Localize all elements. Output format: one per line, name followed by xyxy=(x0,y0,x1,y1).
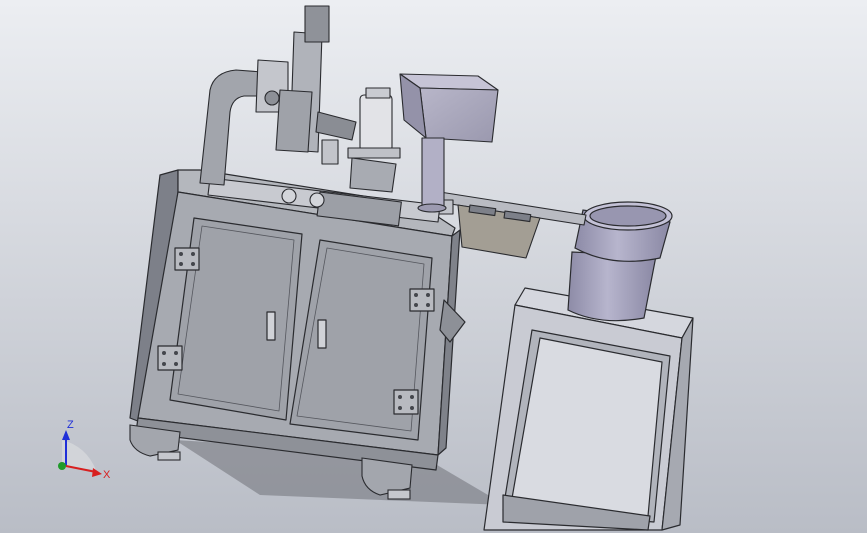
cylinder-mount xyxy=(349,157,397,193)
foot-left-pad xyxy=(157,451,181,461)
x-axis-label: X xyxy=(103,469,111,481)
hinge xyxy=(393,389,419,415)
hood-housing-front xyxy=(419,87,499,143)
z-axis-label: Z xyxy=(67,419,74,431)
bowl-base xyxy=(567,251,657,322)
cad-viewport[interactable]: Z X xyxy=(0,0,867,533)
foot-right-pad xyxy=(387,489,411,500)
roller xyxy=(309,192,325,208)
feeder-stand xyxy=(483,287,694,531)
bowl-interior xyxy=(589,205,667,227)
roller xyxy=(281,188,297,204)
press-tool xyxy=(321,139,339,165)
pneumatic-cylinder xyxy=(359,94,393,152)
column-plate xyxy=(275,89,313,153)
hood-support-post xyxy=(421,137,445,207)
cylinder-cap-top xyxy=(365,87,391,99)
door-handle-right[interactable] xyxy=(317,319,327,349)
machine-assembly-scene[interactable]: Z X xyxy=(0,0,867,533)
hinge xyxy=(409,288,435,312)
arm-pivot xyxy=(264,90,280,106)
hinge xyxy=(157,345,183,371)
y-axis-dot xyxy=(58,462,66,470)
servo-motor xyxy=(304,5,330,43)
cylinder-bracket xyxy=(347,147,401,159)
post-base xyxy=(417,203,447,213)
hinge xyxy=(174,247,200,271)
door-handle-left[interactable] xyxy=(266,311,276,341)
